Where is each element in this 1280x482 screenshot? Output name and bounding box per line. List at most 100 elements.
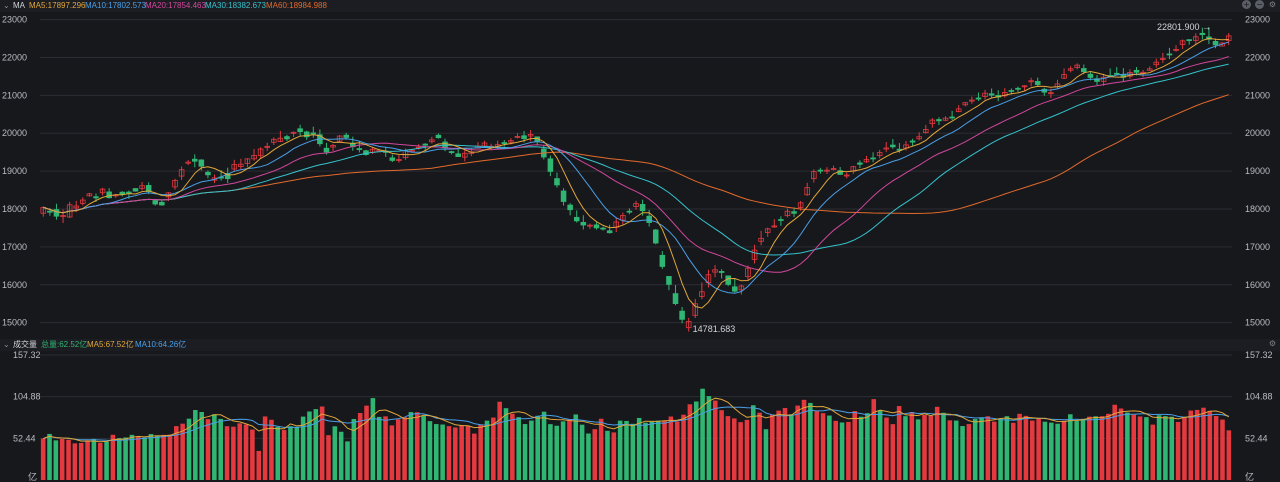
volume-total-value: 总量:62.52亿 [41,340,88,349]
volume-bar-up [1017,413,1022,480]
volume-bar-up [820,413,826,480]
candle-up [751,244,758,264]
price-tick-left: 16000 [2,280,27,290]
volume-bar-up [237,423,243,480]
volume-bar-down [47,433,52,480]
candle-body [606,230,613,234]
price-chart[interactable]: 23000 23000 22000 22000 21000 21000 20000 20000… [0,0,1280,336]
ma10-price-line [43,41,1229,294]
volume-bar-up [744,419,750,480]
volume-bar-up [383,416,388,480]
price-tick-left: 21000 [2,90,27,100]
price-tick-right: 17000 [1245,242,1270,252]
candle-body [435,134,442,139]
volume-bar-down [116,438,122,480]
candle-body [573,216,580,222]
volume-bar-down [643,422,648,480]
candle-down [297,124,303,136]
candle-down [817,167,824,174]
volume-bar-down [979,417,984,480]
volume-indicator-name[interactable]: 成交量 [13,339,37,351]
volume-bar-up [725,416,731,480]
volume-bar-up [231,426,236,480]
candle-up [850,165,857,174]
volume-bar-down [503,408,509,480]
volume-bar-down [579,424,585,480]
volume-bar-up [72,443,78,480]
volume-bar-up [1010,422,1016,480]
volume-bar-up [776,410,781,480]
candle-body [554,178,560,186]
candle-up [962,102,969,107]
candle-down [988,88,995,98]
volume-bar-down [351,418,357,480]
candle-up [238,158,244,170]
candle-down [593,222,600,230]
candle-body [857,162,863,165]
volume-bar-up [947,420,953,480]
volume-bar-down [433,424,439,480]
volume-bar-up [472,433,477,480]
volume-bar-down [193,409,198,480]
candle-body [909,140,916,143]
volume-bar-up [326,435,331,480]
volume-chart[interactable]: 157.32 157.32 104.88 104.88 52.44 52.44 亿 亿 [0,351,1280,482]
price-tick-left: 15000 [2,318,27,328]
volume-bar-up [40,438,46,480]
candle-down [1034,77,1041,87]
volume-bar-down [1049,422,1054,480]
price-tick-left: 19000 [2,166,27,176]
volume-bar-down [630,423,636,480]
candle-up [692,298,699,319]
volume-bar-up [1036,418,1041,480]
volume-bar-up [167,434,173,480]
candle-down [501,140,508,147]
ma60-price-line [43,94,1229,215]
volume-bar-down [484,420,490,480]
volume-settings-icon[interactable]: ⚙ [1268,339,1277,348]
candle-down [284,134,290,142]
volume-bar-up [389,425,395,480]
candle-up [139,182,145,191]
candle-body [626,210,633,213]
candle-body [652,229,659,244]
volume-bar-down [516,417,521,480]
candle-up [620,212,626,225]
volume-bar-down [345,441,350,480]
candle-up [738,284,745,295]
volume-bar-up [1207,410,1213,480]
candle-body [732,286,738,292]
candle-down [600,226,606,231]
candle-body [126,191,132,194]
candle-down [560,188,567,206]
volume-collapse-icon[interactable]: ⌄ [3,339,10,351]
candle-up [942,116,949,122]
candle-up [1028,77,1034,87]
candle-up [587,223,593,229]
volume-bar-down [1068,414,1073,480]
volume-bar-down [998,418,1003,480]
candle-body [356,148,363,151]
candle-body [975,97,982,100]
volume-bar-down [155,435,160,480]
volume-bar-up [1150,424,1156,480]
price-tick-right: 20000 [1245,128,1270,138]
candle-body [1034,81,1041,85]
volume-bar-up [1131,414,1137,480]
volume-bar-up [1188,410,1194,480]
volume-bar-up [1029,420,1035,480]
candle-up [60,209,66,224]
candle-down [725,275,731,287]
volume-bar-up [85,440,90,480]
volume-bar-up [833,420,839,480]
volume-tick-left: 52.44 [13,433,36,443]
candle-up [982,89,988,100]
volume-bar-down [941,412,946,480]
candle-up [883,142,890,153]
volume-bar-down [541,411,547,480]
candle-down [679,306,685,324]
candle-body [817,169,824,172]
candle-body [679,310,685,320]
volume-bar-down [142,437,147,480]
candle-body [547,158,554,172]
